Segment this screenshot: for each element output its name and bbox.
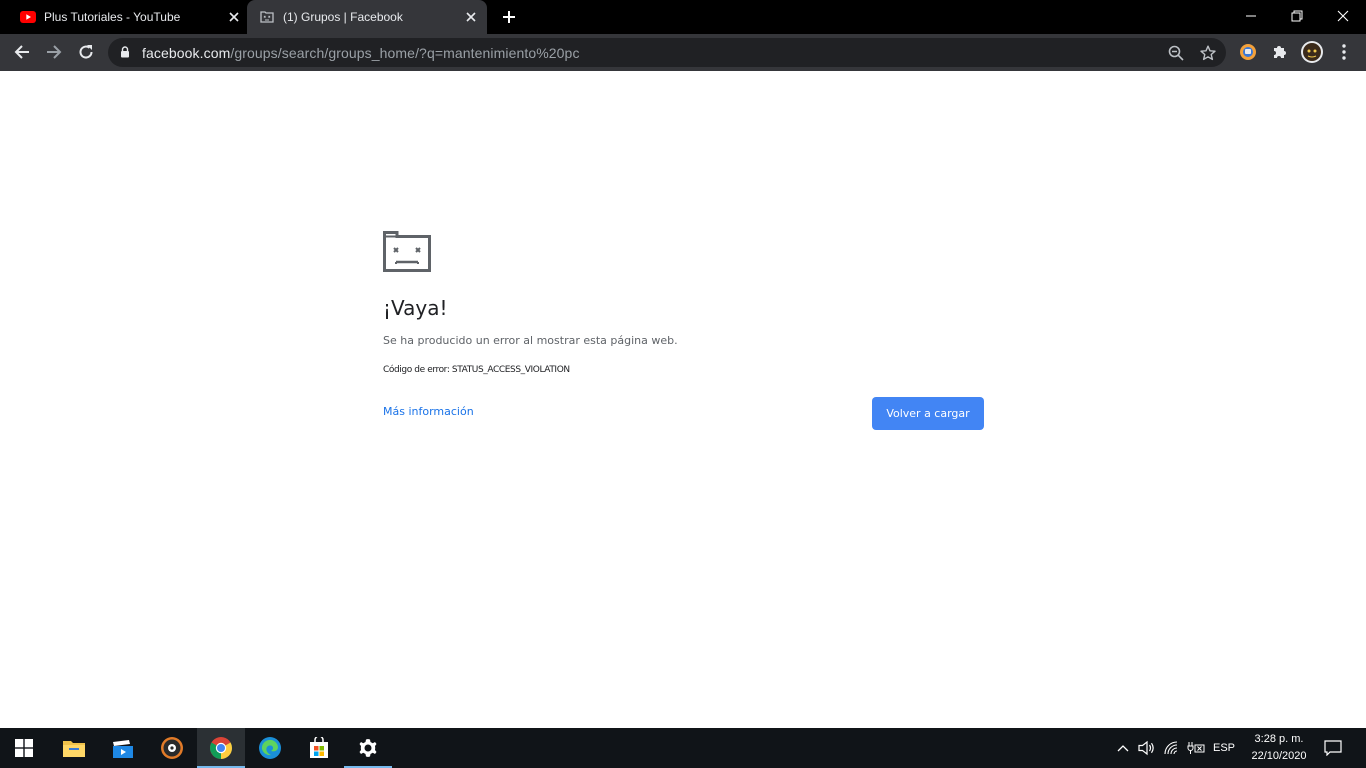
- taskbar-store[interactable]: [295, 728, 343, 768]
- file-explorer-icon: [63, 741, 85, 757]
- error-message: Se ha producido un error al mostrar esta…: [383, 334, 678, 347]
- minimize-button[interactable]: [1228, 0, 1274, 32]
- taskbar: ESP 3:28 p. m. 22/10/2020: [0, 728, 1366, 768]
- sad-tab-icon: [259, 9, 275, 25]
- clock[interactable]: 3:28 p. m. 22/10/2020: [1240, 731, 1318, 765]
- notification-icon: [1324, 740, 1342, 756]
- back-button[interactable]: [6, 36, 38, 68]
- close-tab-icon[interactable]: [226, 9, 242, 25]
- close-window-button[interactable]: [1320, 0, 1366, 32]
- tab-facebook[interactable]: (1) Grupos | Facebook: [247, 0, 487, 34]
- reload-icon: [79, 45, 93, 59]
- browser-toolbar: facebook.com/groups/search/groups_home/?…: [0, 34, 1366, 71]
- close-icon: [1337, 10, 1349, 22]
- clock-date: 22/10/2020: [1251, 750, 1307, 762]
- avatar: [1301, 41, 1323, 63]
- address-bar[interactable]: facebook.com/groups/search/groups_home/?…: [108, 38, 1226, 67]
- close-tab-icon[interactable]: [463, 9, 479, 25]
- edge-icon: [259, 737, 281, 759]
- reload-button[interactable]: [70, 36, 102, 68]
- action-center-button[interactable]: [1320, 728, 1346, 768]
- network-button[interactable]: [1161, 728, 1183, 768]
- volume-icon: [1138, 740, 1154, 756]
- reload-page-button[interactable]: Volver a cargar: [872, 397, 984, 430]
- profile-button[interactable]: [1296, 36, 1328, 68]
- minimize-icon: [1246, 15, 1256, 17]
- taskbar-movies[interactable]: [99, 728, 147, 768]
- restore-button[interactable]: [1274, 0, 1320, 32]
- taskbar-settings[interactable]: [344, 728, 392, 768]
- tab-youtube[interactable]: Plus Tutoriales - YouTube: [12, 0, 244, 34]
- show-hidden-icons-button[interactable]: [1112, 728, 1134, 768]
- chrome-icon: [210, 737, 232, 759]
- plus-icon: [503, 11, 515, 23]
- taskbar-edge[interactable]: [246, 728, 294, 768]
- input-language-button[interactable]: ESP: [1210, 728, 1238, 768]
- sad-folder-icon: [383, 231, 431, 272]
- language-indicator: ESP: [1212, 742, 1235, 754]
- arrow-left-icon: [14, 45, 29, 59]
- start-button[interactable]: [0, 728, 48, 768]
- lock-icon[interactable]: [118, 45, 132, 59]
- new-tab-button[interactable]: [498, 6, 520, 28]
- battery-charging-icon: [1187, 742, 1205, 754]
- extension-icon: [1240, 44, 1256, 60]
- url-text[interactable]: facebook.com/groups/search/groups_home/?…: [142, 45, 580, 61]
- restore-icon: [1291, 10, 1303, 22]
- taskbar-groove-music[interactable]: [148, 728, 196, 768]
- youtube-icon: [20, 9, 36, 25]
- menu-button[interactable]: [1328, 36, 1360, 68]
- extensions-button[interactable]: [1264, 36, 1296, 68]
- bookmark-star-icon[interactable]: [1198, 43, 1218, 63]
- tab-strip: Plus Tutoriales - YouTube (1) Grupos | F…: [0, 0, 1366, 34]
- zoom-icon[interactable]: [1166, 43, 1186, 63]
- error-heading: ¡Vaya!: [383, 296, 448, 320]
- groove-music-icon: [161, 737, 183, 759]
- wifi-icon: [1164, 741, 1178, 755]
- error-code: Código de error: STATUS_ACCESS_VIOLATION: [383, 365, 570, 375]
- clock-time: 3:28 p. m.: [1254, 733, 1304, 745]
- extension-button[interactable]: [1232, 36, 1264, 68]
- battery-button[interactable]: [1184, 728, 1208, 768]
- more-info-link[interactable]: Más información: [383, 405, 474, 418]
- chevron-up-icon: [1117, 745, 1129, 752]
- tab-title: Plus Tutoriales - YouTube: [44, 10, 181, 24]
- store-icon: [310, 737, 328, 758]
- url-path: /groups/search/groups_home/?q=mantenimie…: [230, 45, 580, 61]
- arrow-right-icon: [47, 45, 62, 59]
- kebab-menu-icon: [1342, 44, 1346, 60]
- settings-icon: [359, 739, 377, 757]
- volume-button[interactable]: [1136, 728, 1158, 768]
- tab-title: (1) Grupos | Facebook: [283, 10, 403, 24]
- puzzle-icon: [1274, 46, 1286, 58]
- movies-tv-icon: [113, 740, 133, 758]
- url-host: facebook.com: [142, 45, 231, 61]
- forward-button[interactable]: [38, 36, 70, 68]
- taskbar-chrome[interactable]: [197, 728, 245, 768]
- taskbar-file-explorer[interactable]: [50, 728, 98, 768]
- start-icon: [15, 739, 33, 757]
